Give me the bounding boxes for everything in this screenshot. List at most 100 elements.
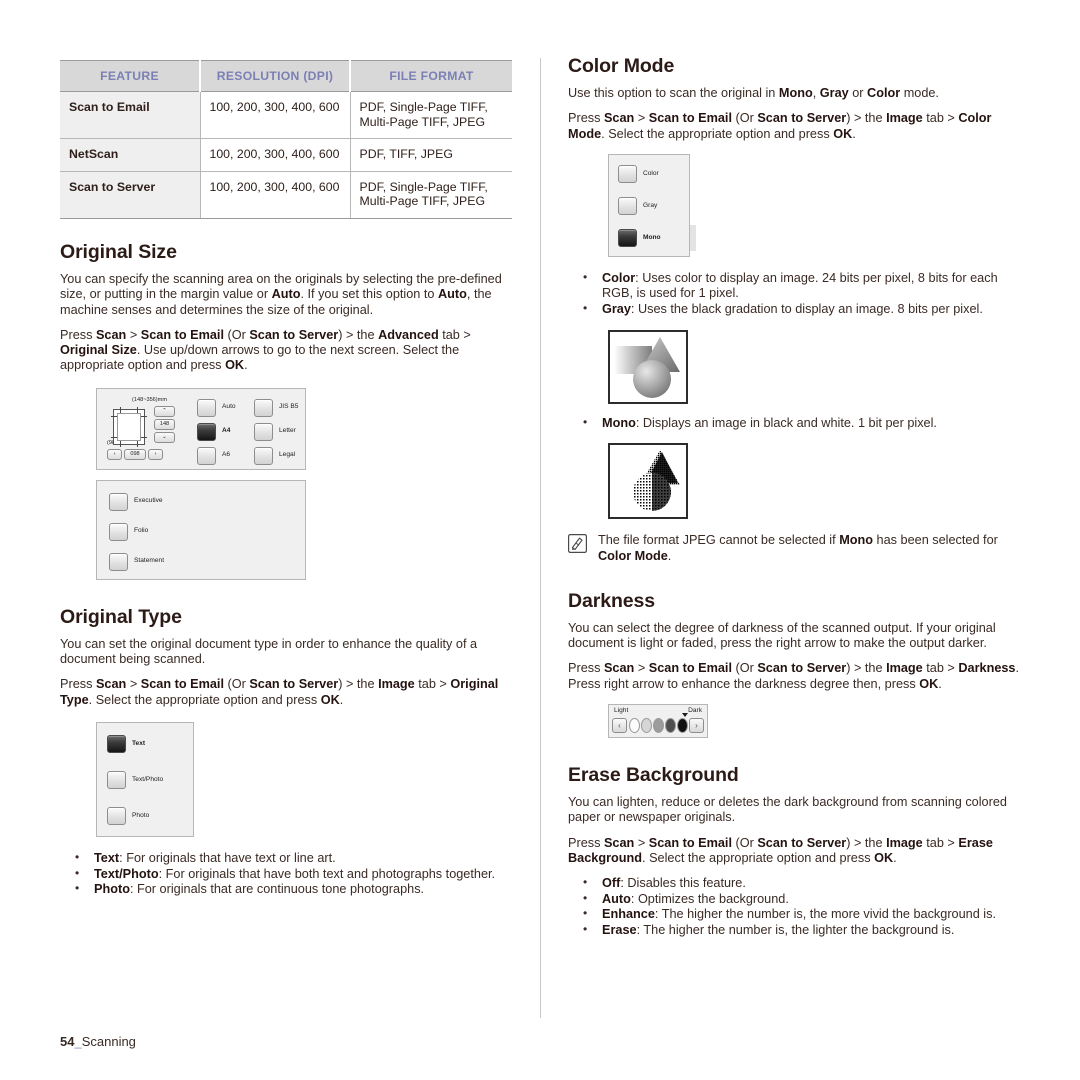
cell-file-format: PDF, TIFF, JPEG [350,138,512,172]
cell-resolution: 100, 200, 300, 400, 600 [200,91,351,140]
size-option-label: Statement [134,557,165,565]
gray-sample-image [608,329,688,404]
section-color-mode: Color Mode Use this option to scan the o… [568,55,1023,564]
footer-page-number: 54 [60,1034,75,1049]
scan-feature-table: FEATURE RESOLUTION (DPI) FILE FORMAT Sca… [60,60,512,219]
color-mode-paragraph-2: Press Scan > Scan to Email (Or Scan to S… [568,111,992,141]
slider-label-light: Light [614,707,629,715]
checkbox-icon [109,492,128,511]
heading-color-mode: Color Mode [568,55,675,77]
color-mode-panel[interactable]: Color Gray Mono [608,153,696,257]
note-text: The file format JPEG cannot be selected … [598,533,998,563]
checkbox-icon [254,446,273,465]
slider-step[interactable] [665,718,676,734]
checkbox-icon [197,398,216,417]
vertical-size-value[interactable]: 148 [154,418,175,430]
original-size-panel-screen1[interactable]: (148~356)mm (98~216)mm ⌃ 148 ⌄ [96,387,306,470]
type-option-text-photo[interactable]: Text/Photo [107,770,164,789]
footer-chapter-name: Scanning [81,1034,136,1049]
size-option-label: Legal [279,451,296,459]
document-page: FEATURE RESOLUTION (DPI) FILE FORMAT Sca… [0,0,1080,1080]
original-size-panel-screen2[interactable]: Executive Folio Statement [96,479,306,580]
erase-background-paragraph-1: You can lighten, reduce or deletes the d… [568,795,1007,825]
type-option-label: Text [132,739,146,747]
type-option-text[interactable]: Text [100,730,186,757]
color-mode-option-label: Mono [643,233,661,241]
spinner-left-arrow[interactable]: ‹ [107,448,122,460]
cell-resolution: 100, 200, 300, 400, 600 [200,138,351,172]
left-column: FEATURE RESOLUTION (DPI) FILE FORMAT Sca… [60,60,512,898]
cell-feature: Scan to Email [60,91,201,140]
mono-sample-image [608,443,688,520]
original-type-paragraph-1: You can set the original document type i… [60,636,478,667]
size-option-auto[interactable]: Auto [197,398,236,417]
column-divider [540,58,541,1018]
spinner-down-arrow[interactable]: ⌄ [154,431,175,443]
erase-background-bullet-list: Off: Disables this feature. Auto: Optimi… [568,875,1023,938]
right-column: Color Mode Use this option to scan the o… [568,55,1023,939]
mono-bullet-list: Mono: Displays an image in black and whi… [568,415,1023,432]
slider-steps[interactable] [629,718,688,734]
list-item: Color: Uses color to display an image. 2… [568,270,1023,302]
section-original-type: Original Type You can set the original d… [60,606,512,898]
color-mode-option-color[interactable]: Color [618,164,659,183]
checkbox-icon [618,196,637,215]
spinner-right-arrow[interactable]: › [148,448,163,460]
heading-darkness: Darkness [568,589,656,612]
slider-step[interactable] [653,718,664,734]
horizontal-size-value[interactable]: 098 [124,448,146,460]
darkness-slider-panel[interactable]: Light Dark ‹ › [608,704,708,739]
size-option-statement[interactable]: Statement [109,552,165,571]
checkbox-icon [109,552,128,571]
slider-step[interactable] [641,718,652,734]
size-option-jis-b5[interactable]: JIS B5 [254,398,299,417]
checkbox-icon [254,422,273,441]
list-item: Text: For originals that have text or li… [60,850,512,867]
cell-resolution: 100, 200, 300, 400, 600 [200,171,351,219]
list-item: Off: Disables this feature. [568,875,1023,892]
color-mode-bullet-list: Color: Uses color to display an image. 2… [568,270,1023,318]
slider-step[interactable] [629,718,640,734]
type-option-photo[interactable]: Photo [107,806,149,825]
spinner-up-arrow[interactable]: ⌃ [154,405,175,417]
size-option-legal[interactable]: Legal [254,446,296,465]
list-item: Enhance: The higher the number is, the m… [568,906,1023,923]
original-type-paragraph-2: Press Scan > Scan to Email (Or Scan to S… [60,677,499,707]
gray-shapes-illustration [614,336,680,398]
type-option-label: Text/Photo [132,775,164,783]
dithered-shapes-illustration [614,450,680,512]
darkness-paragraph-1: You can select the degree of darkness of… [568,620,996,651]
slider-step-selected[interactable] [677,718,688,734]
table-header-feature: FEATURE [60,60,200,92]
original-type-panel[interactable]: Text Text/Photo Photo [96,721,194,837]
size-option-folio[interactable]: Folio [109,522,148,541]
color-mode-option-label: Color [643,169,659,177]
table-header-row: FEATURE RESOLUTION (DPI) FILE FORMAT [60,60,512,92]
color-mode-option-mono[interactable]: Mono [612,224,696,251]
cell-feature: Scan to Server [60,171,201,219]
cell-feature: NetScan [60,138,201,172]
slider-label-dark: Dark [688,707,702,715]
slider-left-arrow-button[interactable]: ‹ [612,718,627,734]
size-option-label: Executive [134,497,163,505]
size-option-a6[interactable]: A6 [197,446,231,465]
section-erase-background: Erase Background You can lighten, reduce… [568,764,1023,939]
size-option-label: A6 [222,451,231,459]
slider-right-arrow-button[interactable]: › [689,718,704,734]
checkbox-icon [197,446,216,465]
section-darkness: Darkness You can select the degree of da… [568,589,1023,739]
table-row: NetScan 100, 200, 300, 400, 600 PDF, TIF… [60,138,512,172]
darkness-paragraph-2: Press Scan > Scan to Email (Or Scan to S… [568,661,1020,691]
color-mode-option-label: Gray [643,201,658,209]
paper-outline-icon [111,406,147,447]
list-item: Auto: Optimizes the background. [568,891,1023,908]
color-mode-option-gray[interactable]: Gray [618,196,658,215]
size-option-label: JIS B5 [279,403,299,411]
size-option-a4[interactable]: A4 [190,418,277,445]
size-option-executive[interactable]: Executive [109,492,163,511]
cell-file-format: PDF, Single-Page TIFF, Multi-Page TIFF, … [350,91,512,140]
checkbox-icon [254,398,273,417]
size-option-letter[interactable]: Letter [254,422,296,441]
note-box: The file format JPEG cannot be selected … [568,533,1023,564]
checkbox-icon-selected [618,228,637,247]
